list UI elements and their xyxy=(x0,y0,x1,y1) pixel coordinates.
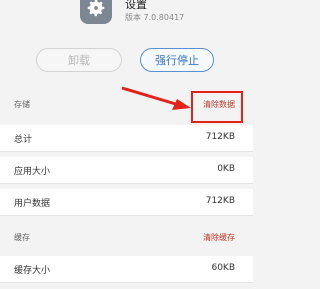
pointer-arrow-icon xyxy=(121,86,191,110)
